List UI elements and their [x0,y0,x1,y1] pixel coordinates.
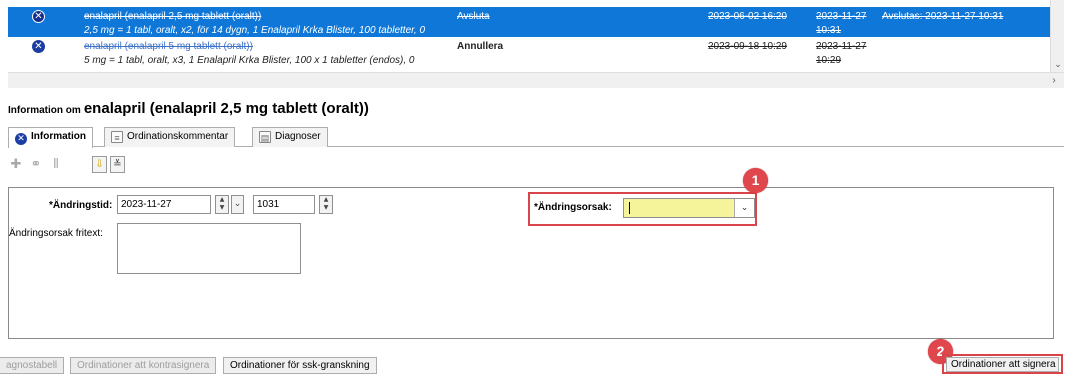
ssk-granskning-button[interactable]: Ordinationer för ssk-granskning [223,357,377,374]
info-drug-name: enalapril (enalapril 2,5 mg tablett (ora… [83,100,369,117]
order-action: Avsluta [457,11,490,22]
order-action: Annullera [457,41,504,52]
date-spinner[interactable]: ▲ ▼ [215,195,229,214]
chevron-right-icon[interactable]: › [1048,75,1060,87]
info-tabs: ✕ Information ≡ Ordinationskommentar ▤ Diag… [8,127,1064,148]
order-start: 2023-06-02 16:20 [708,11,787,22]
date-dropdown[interactable]: ⌄ [231,195,244,214]
order-name: enalapril (enalapril 5 mg tablett (oralt… [84,41,253,52]
hierarchy-icon[interactable]: ⚭ [28,157,44,173]
order-row-selected[interactable]: ✕ enalapril (enalapril 2,5 mg tablett (o… [8,7,1050,37]
document-icon: ≡ [111,131,123,143]
text-caret [629,202,630,214]
cancel-x-icon: ✕ [32,40,45,53]
step-badge-1: 1 [743,168,768,193]
order-row[interactable]: ✕ enalapril (enalapril 5 mg tablett (ora… [8,37,1050,67]
fritext-label: Ändringsorsak fritext: [9,228,103,239]
diagnostabell-button[interactable]: agnostabell [0,357,65,374]
double-chevron-down-icon[interactable]: ≚ [110,156,125,173]
cancel-x-icon: ✕ [32,10,45,23]
order-name: enalapril (enalapril 2,5 mg tablett (ora… [84,11,262,22]
cancel-x-icon: ✕ [15,133,27,145]
date-input[interactable]: 2023-11-27 [117,195,211,214]
arrow-down-icon[interactable]: ⇩ [92,156,107,173]
vertical-scrollbar[interactable]: ⌄ [1050,0,1064,72]
kontrasignera-button[interactable]: Ordinationer att kontrasignera [70,357,217,374]
order-detail: 2,5 mg = 1 tabl, oralt, x2, för 14 dygn,… [84,25,426,36]
order-end-time: 10:29 [816,55,842,66]
tab-information[interactable]: ✕ Information [8,127,93,148]
order-end-time: 10:31 [816,25,842,36]
fritext-textarea[interactable] [117,223,301,274]
time-input[interactable]: 1031 [253,195,315,214]
time-spinner[interactable]: ▲ ▼ [319,195,333,214]
info-title: Information om enalapril (enalapril 2,5 … [8,100,369,117]
tab-ordinationskommentar[interactable]: ≡ Ordinationskommentar [104,127,236,147]
order-detail: 5 mg = 1 tabl, oralt, x3, 1 Enalapril Kr… [84,55,415,66]
tab-diagnoser[interactable]: ▤ Diagnoser [252,127,328,147]
chevron-down-icon[interactable]: ⌄ [1052,59,1064,69]
change-form-panel: *Ändringstid: 2023-11-27 ▲ ▼ ⌄ 1031 ▲ ▼ Än… [8,187,1054,339]
andringsorsak-label: *Ändringsorsak: [534,202,612,213]
horizontal-scrollbar[interactable]: › [8,72,1064,88]
order-end-date: 2023-11-27 [816,41,867,52]
info-prefix: Information om [8,105,81,116]
chart-icon[interactable]: ⫴ [48,157,64,173]
add-icon[interactable]: ✚ [8,157,24,173]
signera-button[interactable]: Ordinationer att signera [946,357,1059,372]
document-icon: ▤ [259,131,271,143]
order-list: ✕ enalapril (enalapril 2,5 mg tablett (o… [8,0,1050,72]
andringsorsak-select[interactable]: ⌄ [623,198,755,218]
chevron-down-icon[interactable]: ⌄ [734,199,754,217]
order-note: Avslutas: 2023-11-27 10:31 [882,11,1004,22]
andringstid-label: *Ändringstid: [49,200,113,211]
order-start: 2023-09-18 10:29 [708,41,787,52]
order-end-date: 2023-11-27 [816,11,867,22]
toolbar: ✚ ⚭ ⫴ ⇩ ≚ [8,155,208,177]
